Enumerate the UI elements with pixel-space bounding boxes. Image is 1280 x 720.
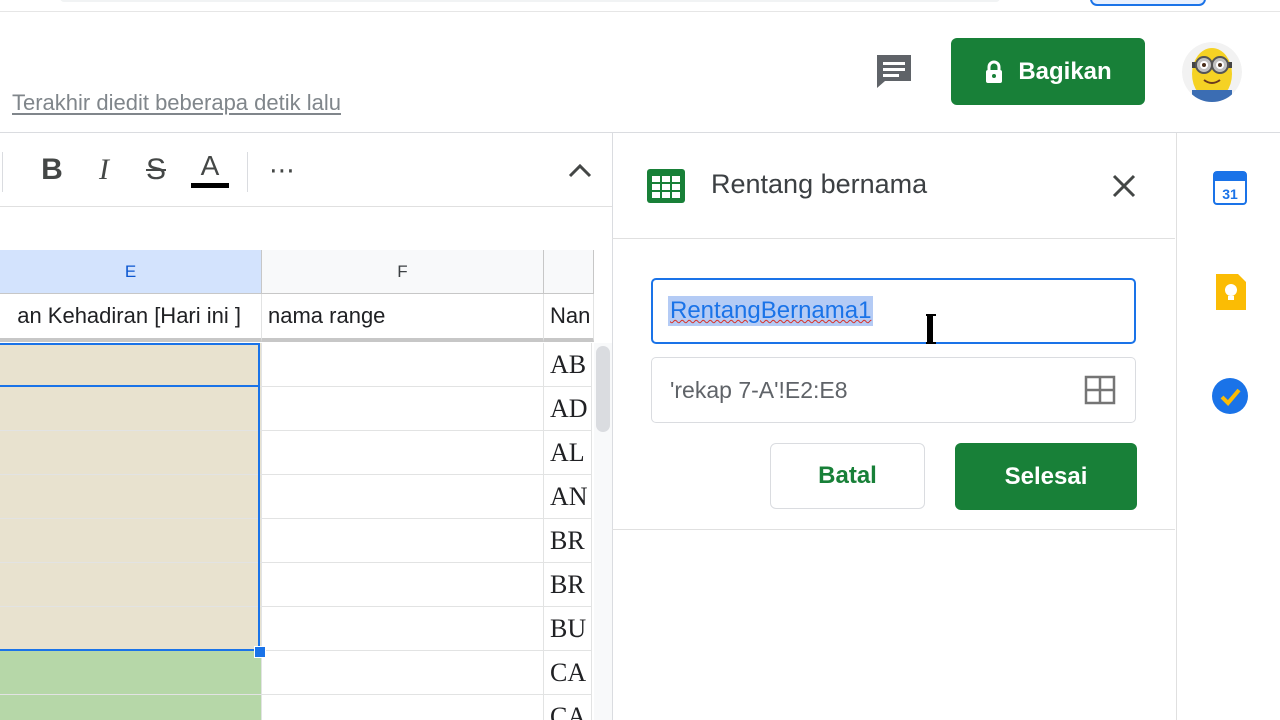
top-bar-remnant <box>60 0 1000 2</box>
sheets-icon <box>646 168 686 204</box>
cell-f3[interactable] <box>262 387 544 431</box>
toolbar-divider <box>0 206 612 207</box>
comment-icon[interactable] <box>874 52 914 90</box>
fill-handle[interactable] <box>254 646 266 658</box>
panel-divider <box>612 238 1175 239</box>
cancel-button[interactable]: Batal <box>770 443 925 509</box>
named-ranges-panel <box>612 133 1176 720</box>
spreadsheet-grid: E F an Kehadiran [Hari ini ] nama range … <box>0 250 612 720</box>
cell-g10[interactable]: CA <box>544 695 592 720</box>
cell-f7[interactable] <box>262 563 544 607</box>
cell-e7[interactable] <box>0 563 262 607</box>
top-button-remnant <box>1090 0 1206 6</box>
header-cell-f[interactable]: nama range <box>262 294 544 342</box>
done-button[interactable]: Selesai <box>955 443 1137 510</box>
cell-g2[interactable]: AB <box>544 343 592 387</box>
cell-g7[interactable]: BR <box>544 563 592 607</box>
cell-e3[interactable] <box>0 387 262 431</box>
lock-icon <box>986 60 1003 83</box>
cell-e5[interactable] <box>0 475 262 519</box>
cell-g5[interactable]: AN <box>544 475 592 519</box>
cell-g9[interactable]: CA <box>544 651 592 695</box>
toolbar-separator <box>2 152 3 192</box>
cell-e9[interactable] <box>0 651 262 695</box>
strikethrough-button[interactable]: S <box>134 148 178 192</box>
text-cursor-icon <box>924 314 938 344</box>
cell-g6[interactable]: BR <box>544 519 592 563</box>
cell-g3[interactable]: AD <box>544 387 592 431</box>
range-name-input[interactable]: RentangBernama1 <box>651 278 1136 344</box>
cell-e6[interactable] <box>0 519 262 563</box>
column-header-e[interactable]: E <box>0 250 262 294</box>
range-reference-input[interactable]: 'rekap 7-A'!E2:E8 <box>651 357 1136 423</box>
text-color-button[interactable]: A <box>188 148 232 192</box>
cell-e4[interactable] <box>0 431 262 475</box>
cell-f2[interactable] <box>262 343 544 387</box>
cell-f9[interactable] <box>262 651 544 695</box>
cell-g8[interactable]: BU <box>544 607 592 651</box>
chevron-up-icon <box>568 163 592 178</box>
cell-e8[interactable] <box>0 607 262 651</box>
header-cell-e[interactable]: an Kehadiran [Hari ini ] <box>0 294 262 342</box>
text-color-letter: A <box>200 149 220 181</box>
cell-f4[interactable] <box>262 431 544 475</box>
share-button[interactable]: Bagikan <box>951 38 1145 105</box>
text-color-swatch <box>191 182 229 188</box>
close-icon[interactable] <box>1106 168 1142 204</box>
column-header-g[interactable] <box>544 250 594 294</box>
calendar-day: 31 <box>1222 186 1238 202</box>
grid-scrollbar-thumb[interactable] <box>596 346 610 432</box>
calendar-icon[interactable]: 31 <box>1210 168 1250 208</box>
avatar[interactable] <box>1182 42 1242 102</box>
cell-e10[interactable] <box>0 695 262 720</box>
last-edit-link[interactable]: Terakhir diedit beberapa detik lalu <box>12 90 341 116</box>
cell-g4[interactable]: AL <box>544 431 592 475</box>
select-range-icon[interactable] <box>1084 375 1116 405</box>
keep-icon[interactable] <box>1210 272 1250 312</box>
cell-f10[interactable] <box>262 695 544 720</box>
share-label: Bagikan <box>1018 57 1112 85</box>
bold-button[interactable]: B <box>30 148 74 192</box>
cell-f6[interactable] <box>262 519 544 563</box>
panel-title: Rentang bernama <box>711 169 928 199</box>
more-options-button[interactable]: ⋯ <box>260 148 304 192</box>
top-divider <box>0 11 1280 12</box>
column-header-f[interactable]: F <box>262 250 544 294</box>
italic-button[interactable]: I <box>82 148 126 192</box>
panel-divider <box>612 529 1175 530</box>
cell-e2[interactable] <box>0 343 262 387</box>
cell-f8[interactable] <box>262 607 544 651</box>
cell-f5[interactable] <box>262 475 544 519</box>
side-addon-rail <box>1176 133 1280 720</box>
range-name-value: RentangBernama1 <box>668 296 874 326</box>
tasks-icon[interactable] <box>1210 376 1250 416</box>
collapse-toolbar-button[interactable] <box>558 148 602 192</box>
toolbar-separator <box>247 152 248 192</box>
header-cell-g[interactable]: Nan <box>544 294 594 342</box>
